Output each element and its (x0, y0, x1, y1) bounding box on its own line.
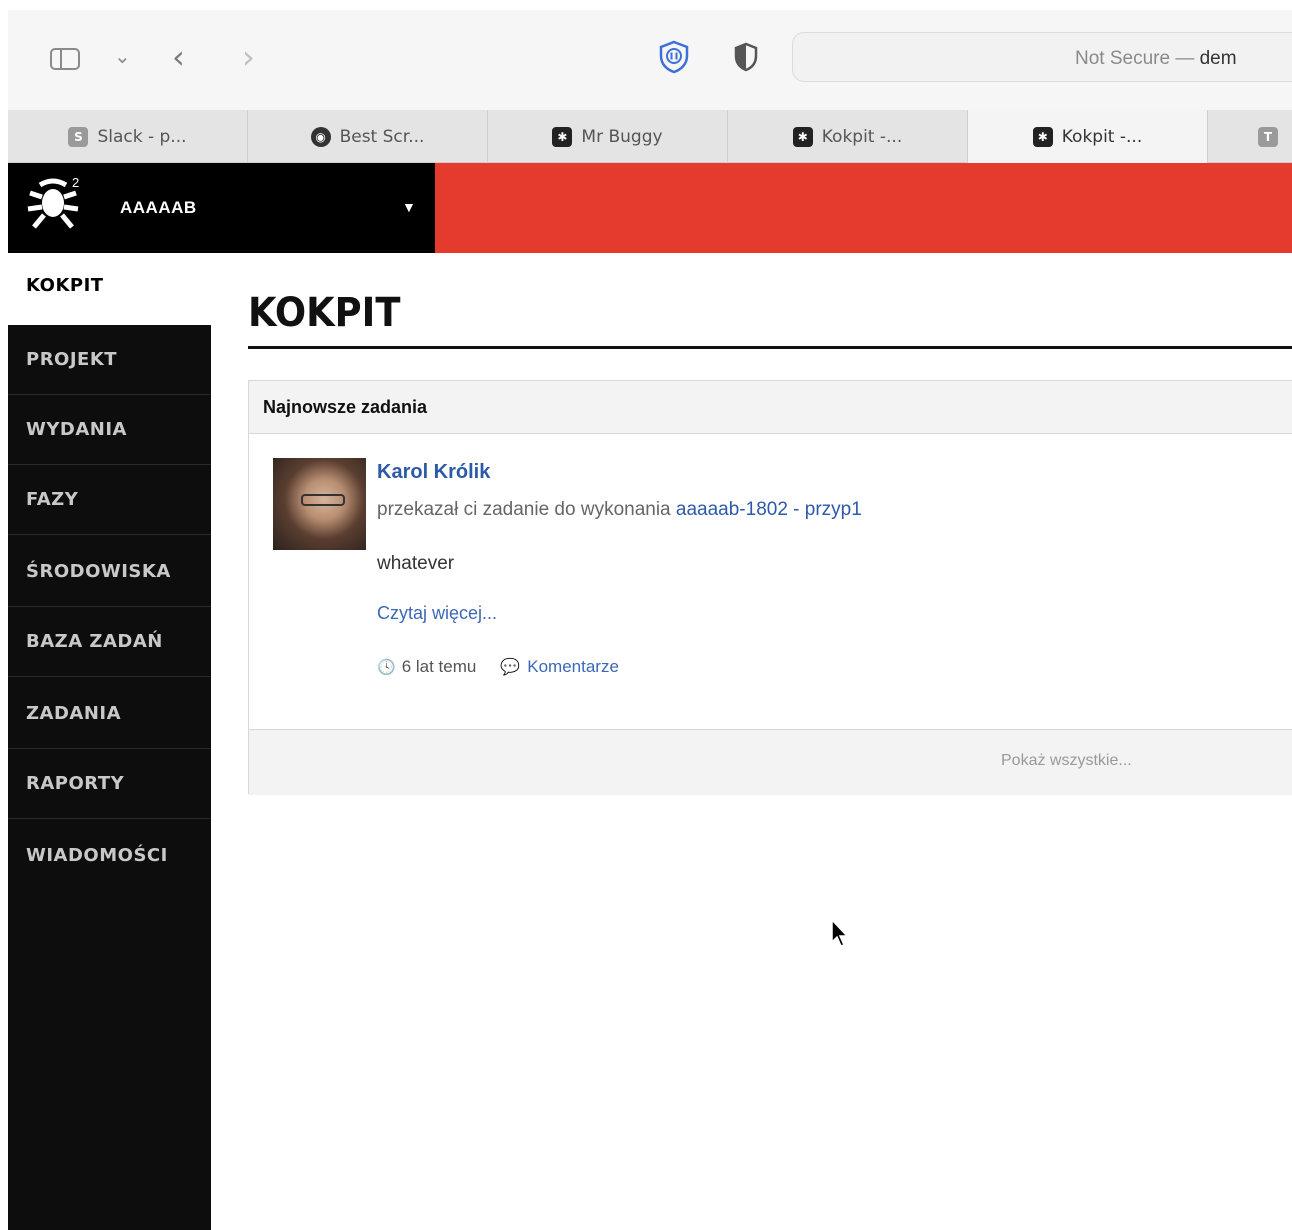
browser-window: ⌄ ‹ › Not Secure — dem S Slack - p... ◉ … (8, 10, 1292, 1230)
tab-strip: S Slack - p... ◉ Best Scr... ✱ Mr Buggy … (8, 110, 1292, 163)
sidebar-nav: KOKPIT PROJEKT WYDANIA FAZY ŚRODOWISKA B… (8, 253, 211, 1230)
page-title: KOKPIT (248, 290, 401, 336)
tab-mr-buggy[interactable]: ✱ Mr Buggy (488, 110, 728, 163)
bug-icon: ✱ (552, 126, 573, 147)
tab-label: Kokpit -... (821, 126, 903, 147)
action-text: przekazał ci zadanie do wykonania (377, 499, 676, 520)
svg-text:2: 2 (72, 175, 79, 190)
browser-toolbar: ⌄ ‹ › Not Secure — dem (8, 10, 1292, 110)
address-host: dem (1199, 48, 1237, 69)
comments-label: Komentarze (527, 657, 619, 676)
clock-icon: 🕓 (377, 659, 396, 676)
tab-favicon-icon: T (1258, 126, 1278, 147)
avatar[interactable] (273, 458, 366, 550)
sidebar-item-wiadomosci[interactable]: WIADOMOŚCI (8, 821, 211, 891)
latest-tasks-panel: Najnowsze zadania Karol Królik przekazał… (248, 380, 1292, 795)
bug-icon: ✱ (1032, 126, 1053, 147)
sidebar-toggle-icon[interactable] (50, 48, 80, 70)
title-divider (248, 346, 1292, 349)
address-bar[interactable]: Not Secure — dem (792, 32, 1292, 82)
panel-header: Najnowsze zadania (249, 381, 1292, 434)
app-header: 2 AAAAAB ▼ (8, 163, 1292, 253)
tab-kokpit-active[interactable]: ✱ Kokpit -... (968, 110, 1208, 163)
tab-t[interactable]: T (1208, 110, 1292, 163)
tab-slack[interactable]: S Slack - p... (8, 110, 248, 163)
tab-label: Best Scr... (339, 126, 425, 147)
privacy-shield-icon[interactable] (734, 42, 758, 72)
password-manager-shield-icon[interactable] (658, 40, 690, 74)
sidebar-item-srodowiska[interactable]: ŚRODOWISKA (8, 537, 211, 607)
address-text: Not Secure — dem (1075, 48, 1237, 70)
sidebar-item-wydania[interactable]: WYDANIA (8, 395, 211, 465)
show-all-link[interactable]: Pokaż wszystkie... (1001, 752, 1132, 770)
comments-link[interactable]: 💬 Komentarze (500, 657, 619, 677)
back-icon[interactable]: ‹ (172, 38, 185, 76)
bug-icon: ✱ (792, 126, 813, 147)
chevron-down-icon[interactable]: ⌄ (114, 44, 131, 68)
slack-favicon-icon: S (68, 126, 89, 147)
tab-best-scr[interactable]: ◉ Best Scr... (248, 110, 488, 163)
timestamp: 6 lat temu (401, 657, 477, 676)
task-excerpt: whatever (377, 553, 455, 574)
sidebar-item-kokpit[interactable]: KOKPIT (8, 253, 211, 325)
author-link[interactable]: Karol Królik (377, 461, 490, 484)
sidebar-item-fazy[interactable]: FAZY (8, 465, 211, 535)
task-link[interactable]: aaaaab-1802 - przyp1 (676, 499, 862, 520)
project-name[interactable]: AAAAAB (120, 198, 197, 218)
tab-label: Slack - p... (97, 126, 187, 147)
activity-text: przekazał ci zadanie do wykonania aaaaab… (377, 499, 862, 521)
panel-heading: Najnowsze zadania (263, 397, 428, 417)
tab-label: Kokpit -... (1061, 126, 1143, 147)
bug-logo-icon[interactable]: 2 (26, 173, 84, 237)
tab-label: Mr Buggy (581, 126, 663, 147)
header-accent-bar (435, 163, 1292, 253)
comments-icon: 💬 (500, 659, 521, 676)
forward-icon[interactable]: › (242, 38, 255, 76)
sidebar-item-projekt[interactable]: PROJEKT (8, 325, 211, 395)
security-status: Not Secure — (1075, 48, 1200, 69)
sidebar-item-zadania[interactable]: ZADANIA (8, 679, 211, 749)
read-more-link[interactable]: Czytaj więcej... (377, 603, 497, 624)
panel-footer: Pokaż wszystkie... (249, 729, 1292, 795)
mouse-cursor-icon (831, 918, 849, 947)
sidebar-item-raporty[interactable]: RAPORTY (8, 749, 211, 819)
project-dropdown-icon[interactable]: ▼ (402, 199, 416, 215)
tab-kokpit-1[interactable]: ✱ Kokpit -... (728, 110, 968, 163)
sidebar-item-baza-zadan[interactable]: BAZA ZADAŃ (8, 607, 211, 677)
mask-icon: ◉ (310, 126, 331, 147)
task-meta: 🕓 6 lat temu 💬 Komentarze (377, 657, 619, 677)
